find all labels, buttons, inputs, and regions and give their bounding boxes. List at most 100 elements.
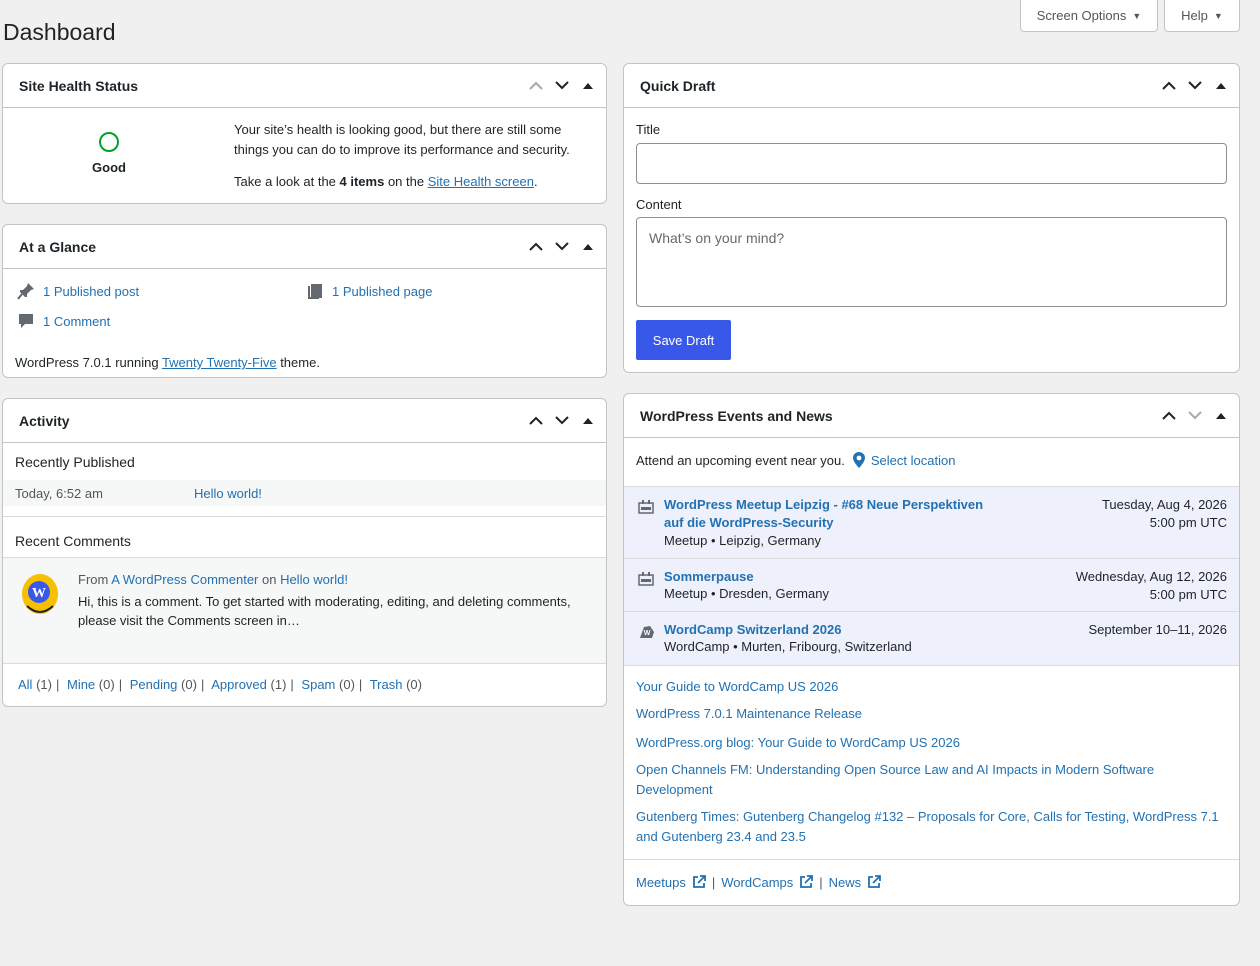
save-draft-button[interactable]: Save Draft [636, 320, 731, 360]
health-status-circle [99, 132, 119, 152]
external-link-icon [692, 875, 706, 888]
chevron-up-icon[interactable] [1159, 406, 1179, 426]
meetup-icon [638, 572, 654, 586]
widget-header: At a Glance [3, 225, 606, 269]
chevron-down-icon[interactable] [552, 237, 572, 257]
select-location-link[interactable]: Select location [871, 453, 956, 468]
event-date: Tuesday, Aug 4, 2026 5:00 pm UTC [1102, 496, 1227, 532]
news-link[interactable]: Your Guide to WordCamp US 2026 [636, 677, 1226, 697]
filter-count: (0) [406, 677, 422, 692]
content-label: Content [636, 197, 682, 212]
title-label: Title [636, 122, 661, 137]
chevron-down-icon[interactable] [552, 411, 572, 431]
chevron-down-icon[interactable] [1185, 76, 1205, 96]
external-link-icon [800, 875, 814, 888]
list-item: Today, 6:52 am Hello world! [3, 480, 606, 506]
at-a-glance-widget: At a Glance 1 Published post 1 Published… [2, 224, 607, 378]
filter-count: (0) [339, 677, 355, 692]
divider [3, 516, 606, 517]
event-date-text: Tuesday, Aug 4, 2026 [1101, 497, 1227, 512]
widget-title: Quick Draft [640, 77, 716, 94]
event-list: WordPress Meetup Leipzig - #68 Neue Pers… [624, 486, 1239, 666]
widget-header: Activity [3, 399, 606, 443]
chevron-up-icon[interactable] [526, 411, 546, 431]
widget-title: WordPress Events and News [640, 407, 833, 424]
site-health-link[interactable]: Site Health screen [428, 174, 534, 189]
news-link[interactable]: Gutenberg Times: Gutenberg Changelog #13… [636, 807, 1226, 847]
news-footer-link[interactable]: News [829, 875, 862, 890]
chevron-up-icon[interactable] [526, 76, 546, 96]
widget-header: Site Health Status [3, 64, 606, 108]
news-link[interactable]: WordPress.org blog: Your Guide to WordCa… [636, 733, 1226, 753]
chevron-down-icon[interactable] [1185, 406, 1205, 426]
events-news-widget: WordPress Events and News Attend an upco… [623, 393, 1240, 906]
triangle-up-icon[interactable] [578, 76, 598, 96]
wordcamps-link[interactable]: WordCamps [721, 875, 793, 890]
published-pages-link[interactable]: 1 Published page [332, 284, 432, 299]
event-date: Wednesday, Aug 12, 2026 5:00 pm UTC [1076, 568, 1227, 604]
separator: | [118, 677, 123, 692]
published-post-link[interactable]: Hello world! [194, 486, 262, 501]
glance-pages: 1 Published page [306, 282, 432, 300]
comment-on: on [258, 572, 281, 587]
title-input[interactable] [636, 143, 1227, 184]
event-title-link[interactable]: WordCamp Switzerland 2026 [664, 621, 1004, 639]
pages-icon [308, 284, 322, 299]
separator: | [200, 677, 205, 692]
screen-options-button[interactable]: Screen Options ▼ [1020, 0, 1158, 32]
separator: | [290, 677, 294, 692]
comment-item: W From A WordPress Commenter on Hello wo… [3, 557, 606, 663]
filter-trash[interactable]: Trash [370, 677, 403, 692]
news-link[interactable]: Open Channels FM: Understanding Open Sou… [636, 760, 1226, 800]
filter-approved[interactable]: Approved [211, 677, 267, 692]
health-cta-prefix: Take a look at the [234, 174, 340, 189]
theme-suffix: theme. [276, 355, 320, 370]
event-location-row: Attend an upcoming event near you. Selec… [636, 452, 955, 468]
caret-down-icon: ▼ [1213, 10, 1223, 21]
widget-title: At a Glance [19, 238, 97, 255]
svg-text:W: W [644, 630, 651, 637]
filter-count: (1) [270, 677, 287, 692]
comments-link[interactable]: 1 Comment [43, 314, 110, 329]
comment-author-link[interactable]: A WordPress Commenter [111, 572, 258, 587]
filter-spam[interactable]: Spam [301, 677, 335, 692]
triangle-up-icon[interactable] [1211, 406, 1231, 426]
theme-link[interactable]: Twenty Twenty-Five [162, 355, 277, 370]
help-button[interactable]: Help ▼ [1164, 0, 1240, 32]
glance-footer: WordPress 7.0.1 running Twenty Twenty-Fi… [15, 355, 320, 370]
filter-mine[interactable]: Mine [67, 677, 95, 692]
chevron-up-icon[interactable] [1159, 76, 1179, 96]
triangle-up-icon[interactable] [1211, 76, 1231, 96]
comment-meta: From A WordPress Commenter on Hello worl… [78, 572, 348, 587]
chevron-up-icon[interactable] [526, 237, 546, 257]
meetups-link[interactable]: Meetups [636, 875, 686, 890]
event-date-text: Wednesday, Aug 12, 2026 [1075, 569, 1227, 584]
chevron-down-icon[interactable] [552, 76, 572, 96]
recently-published-heading: Recently Published [15, 454, 135, 470]
svg-text:W: W [32, 586, 46, 601]
quick-draft-widget: Quick Draft Title Content What’s on your… [623, 63, 1240, 373]
event-title-link[interactable]: WordPress Meetup Leipzig - #68 Neue Pers… [664, 496, 1004, 532]
filter-pending[interactable]: Pending [130, 677, 178, 692]
widget-header: WordPress Events and News [624, 394, 1239, 438]
pin-icon [17, 283, 34, 300]
health-message: Your site’s health is looking good, but … [234, 122, 570, 157]
content-textarea[interactable]: What’s on your mind? [636, 217, 1227, 307]
glance-comments: 1 Comment [17, 312, 110, 330]
event-title-link[interactable]: Sommerpause [664, 568, 1004, 586]
widget-title: Activity [19, 412, 70, 429]
event-meta: Meetup • Leipzig, Germany [664, 533, 822, 548]
triangle-up-icon[interactable] [578, 411, 598, 431]
published-posts-link[interactable]: 1 Published post [43, 284, 139, 299]
comment-post-link[interactable]: Hello world! [280, 572, 348, 587]
list-item: Sommerpause Meetup • Dresden, Germany We… [624, 559, 1239, 612]
health-cta-mid: on the [384, 174, 428, 189]
news-link[interactable]: WordPress 7.0.1 Maintenance Release [636, 704, 1226, 724]
event-time-text: 5:00 pm UTC [1149, 587, 1227, 602]
health-items-count: 4 items [339, 174, 385, 189]
health-status-label: Good [92, 160, 126, 175]
triangle-up-icon[interactable] [578, 237, 598, 257]
filter-all[interactable]: All [18, 677, 32, 692]
comment-from: From [78, 572, 112, 587]
event-meta: Meetup • Dresden, Germany [664, 586, 829, 601]
